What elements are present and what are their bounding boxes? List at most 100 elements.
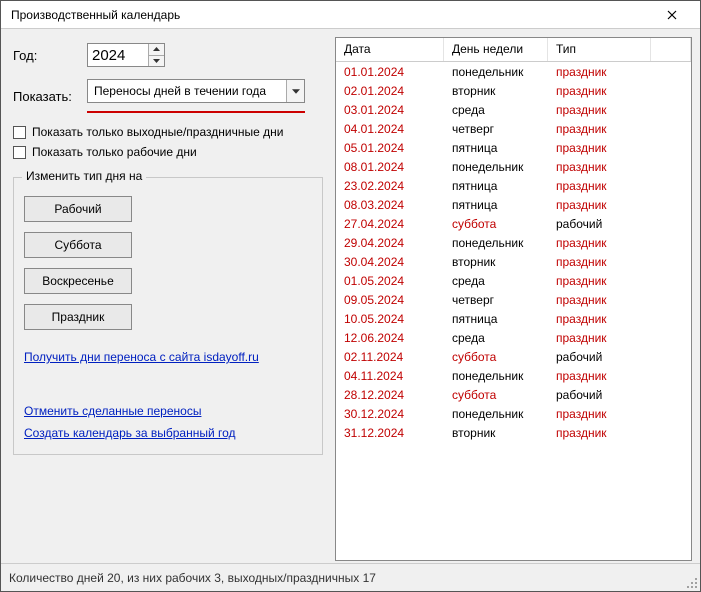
close-icon — [667, 10, 677, 20]
show-combobox[interactable]: Переносы дней в течении года — [87, 79, 305, 103]
cell-type: праздник — [548, 198, 691, 212]
cell-type: праздник — [548, 179, 691, 193]
table-row[interactable]: 04.11.2024понедельникпраздник — [336, 366, 691, 385]
show-combo-wrap: Переносы дней в течении года — [87, 79, 305, 113]
cell-date: 05.01.2024 — [336, 141, 444, 155]
table-row[interactable]: 02.01.2024вторникпраздник — [336, 81, 691, 100]
cell-day: среда — [444, 274, 548, 288]
cell-day: вторник — [444, 426, 548, 440]
status-text: Количество дней 20, из них рабочих 3, вы… — [9, 571, 376, 585]
th-type[interactable]: Тип — [548, 38, 651, 61]
table-row[interactable]: 01.05.2024средапраздник — [336, 271, 691, 290]
table-row[interactable]: 27.04.2024субботарабочий — [336, 214, 691, 233]
cell-date: 01.05.2024 — [336, 274, 444, 288]
table-row[interactable]: 23.02.2024пятницапраздник — [336, 176, 691, 195]
table-row[interactable]: 08.03.2024пятницапраздник — [336, 195, 691, 214]
cell-day: среда — [444, 103, 548, 117]
group-legend: Изменить тип дня на — [22, 169, 146, 183]
table-row[interactable]: 09.05.2024четвергпраздник — [336, 290, 691, 309]
cell-type: праздник — [548, 236, 691, 250]
cell-day: среда — [444, 331, 548, 345]
close-button[interactable] — [652, 1, 692, 29]
cell-type: праздник — [548, 160, 691, 174]
cell-date: 09.05.2024 — [336, 293, 444, 307]
cell-day: понедельник — [444, 407, 548, 421]
window-title: Производственный календарь — [11, 8, 652, 22]
btn-sunday[interactable]: Воскресенье — [24, 268, 132, 294]
cell-type: праздник — [548, 407, 691, 421]
cell-date: 29.04.2024 — [336, 236, 444, 250]
table-row[interactable]: 12.06.2024средапраздник — [336, 328, 691, 347]
link-isdayoff[interactable]: Получить дни переноса с сайта isdayoff.r… — [24, 350, 259, 364]
cell-date: 30.04.2024 — [336, 255, 444, 269]
year-row: Год: — [13, 43, 323, 67]
table-row-empty — [336, 461, 691, 480]
table-row[interactable]: 05.01.2024пятницапраздник — [336, 138, 691, 157]
cell-date: 31.12.2024 — [336, 426, 444, 440]
show-label: Показать: — [13, 89, 87, 104]
cell-date: 12.06.2024 — [336, 331, 444, 345]
link-cancel-moves[interactable]: Отменить сделанные переносы — [24, 404, 201, 418]
table-row[interactable]: 02.11.2024субботарабочий — [336, 347, 691, 366]
btn-workday[interactable]: Рабочий — [24, 196, 132, 222]
year-spin-down[interactable] — [149, 56, 164, 67]
cell-type: праздник — [548, 331, 691, 345]
cell-date: 08.01.2024 — [336, 160, 444, 174]
cell-date: 04.01.2024 — [336, 122, 444, 136]
table-row[interactable]: 30.04.2024вторникпраздник — [336, 252, 691, 271]
table-row[interactable]: 28.12.2024субботарабочий — [336, 385, 691, 404]
cell-type: праздник — [548, 312, 691, 326]
cell-type: праздник — [548, 122, 691, 136]
cell-day: пятница — [444, 312, 548, 326]
cell-day: суббота — [444, 388, 548, 402]
table-row[interactable]: 01.01.2024понедельникпраздник — [336, 62, 691, 81]
cell-day: понедельник — [444, 236, 548, 250]
title-bar: Производственный календарь — [1, 1, 700, 29]
cell-date: 10.05.2024 — [336, 312, 444, 326]
resize-grip[interactable] — [684, 575, 698, 589]
checkbox-workdays[interactable] — [13, 146, 26, 159]
cell-day: пятница — [444, 198, 548, 212]
th-date[interactable]: Дата — [336, 38, 444, 61]
table-row-empty — [336, 442, 691, 461]
table-row[interactable]: 08.01.2024понедельникпраздник — [336, 157, 691, 176]
year-spin-buttons — [148, 44, 164, 66]
table-panel: Дата День недели Тип 01.01.2024понедельн… — [335, 37, 692, 561]
show-combo-dropdown[interactable] — [286, 80, 304, 102]
table-row-empty — [336, 499, 691, 518]
cell-type: рабочий — [548, 388, 691, 402]
cell-date: 28.12.2024 — [336, 388, 444, 402]
th-day[interactable]: День недели — [444, 38, 548, 61]
cell-day: вторник — [444, 84, 548, 98]
cell-type: праздник — [548, 369, 691, 383]
table-row[interactable]: 04.01.2024четвергпраздник — [336, 119, 691, 138]
year-spinner[interactable] — [87, 43, 165, 67]
chevron-down-icon — [292, 89, 300, 94]
table-row[interactable]: 31.12.2024вторникпраздник — [336, 423, 691, 442]
table-row[interactable]: 30.12.2024понедельникпраздник — [336, 404, 691, 423]
show-combo-value: Переносы дней в течении года — [88, 84, 286, 98]
cell-type: праздник — [548, 426, 691, 440]
cell-day: понедельник — [444, 65, 548, 79]
table-row[interactable]: 29.04.2024понедельникпраздник — [336, 233, 691, 252]
checkbox-workdays-row: Показать только рабочие дни — [13, 145, 323, 159]
link-create-calendar[interactable]: Создать календарь за выбранный год — [24, 426, 236, 440]
cell-day: пятница — [444, 179, 548, 193]
cell-type: праздник — [548, 65, 691, 79]
year-spin-up[interactable] — [149, 44, 164, 56]
cell-day: суббота — [444, 350, 548, 364]
btn-holiday[interactable]: Праздник — [24, 304, 132, 330]
year-input[interactable] — [88, 44, 148, 66]
checkbox-weekends[interactable] — [13, 126, 26, 139]
btn-saturday[interactable]: Суббота — [24, 232, 132, 258]
cell-date: 27.04.2024 — [336, 217, 444, 231]
table-header: Дата День недели Тип — [336, 38, 691, 62]
th-spacer — [651, 38, 691, 61]
cell-date: 02.11.2024 — [336, 350, 444, 364]
table-body[interactable]: 01.01.2024понедельникпраздник02.01.2024в… — [336, 62, 691, 560]
table-row[interactable]: 03.01.2024средапраздник — [336, 100, 691, 119]
checkbox-weekends-row: Показать только выходные/праздничные дни — [13, 125, 323, 139]
table-row-empty — [336, 480, 691, 499]
table-row[interactable]: 10.05.2024пятницапраздник — [336, 309, 691, 328]
cell-type: рабочий — [548, 350, 691, 364]
